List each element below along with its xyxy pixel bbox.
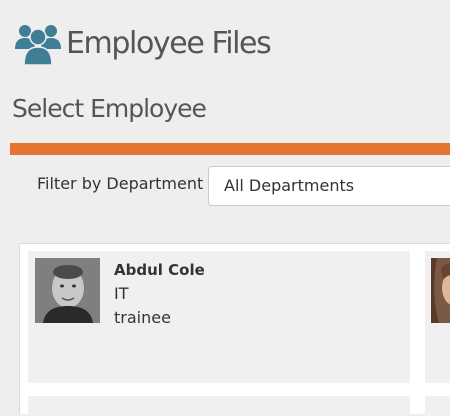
section-title: Select Employee [12,94,207,123]
filter-label: Filter by Department [37,174,204,193]
employee-card[interactable]: Abdul Cole IT trainee [28,251,410,383]
users-group-icon [15,25,61,66]
panel-accent-bar [10,143,450,155]
department-select[interactable]: All Departments [208,166,450,206]
employee-role: trainee [114,308,171,327]
employee-photo [431,258,450,323]
app-title: Employee Files [66,25,272,61]
app-header: Employee Files [14,18,272,68]
employee-name: Abdul Cole [114,261,205,279]
employee-list: Abdul Cole IT trainee [19,243,450,416]
employee-card[interactable] [425,396,450,416]
employee-card[interactable] [28,396,410,416]
employee-card[interactable] [425,251,450,383]
employee-department: IT [114,284,129,303]
employee-photo [35,258,100,323]
employee-panel: Filter by Department All Departments Abd… [10,143,450,416]
filter-bar: Filter by Department All Departments [10,155,450,231]
